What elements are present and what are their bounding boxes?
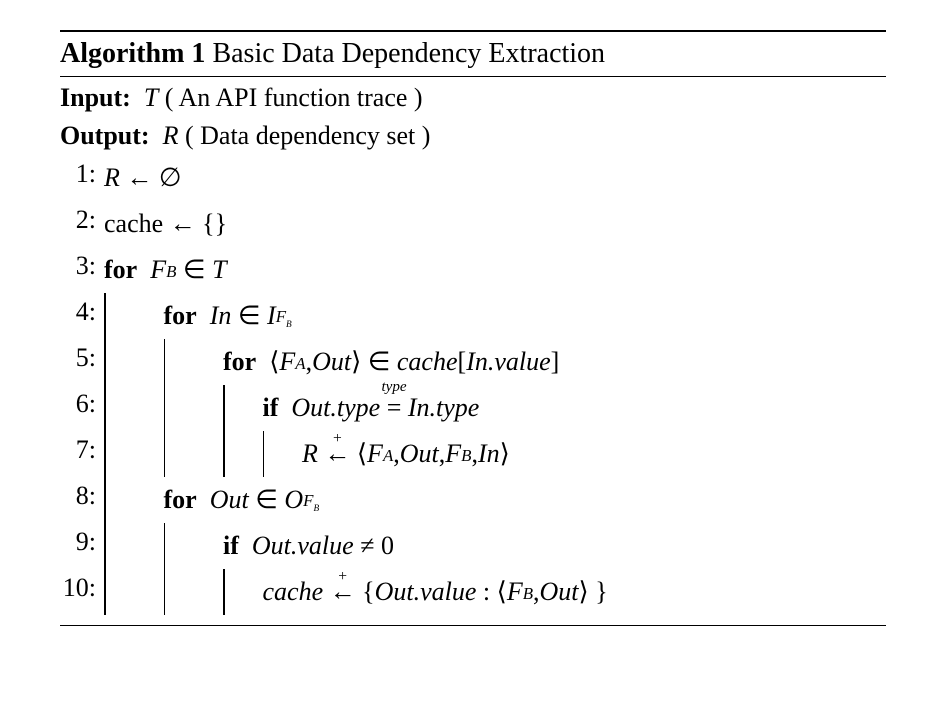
line-3: for FB ∈ T xyxy=(104,251,886,289)
line-number: 1: xyxy=(60,159,104,197)
indent-bar xyxy=(164,431,166,477)
line-number: 2: xyxy=(60,205,104,243)
line-number: 5: xyxy=(60,343,104,381)
line-number: 4: xyxy=(60,297,104,335)
indent-bar xyxy=(223,431,225,477)
indent-bar xyxy=(104,477,106,523)
indent-bar xyxy=(104,523,106,569)
line-number: 6: xyxy=(60,389,104,427)
indent-bar xyxy=(164,385,166,431)
output-var: R xyxy=(163,121,179,150)
line-5: for ⟨FA, Out⟩ ∈ cache[In.value] xyxy=(104,343,886,381)
indent-bar xyxy=(164,523,166,569)
rule-bottom xyxy=(60,625,886,626)
indent-bar xyxy=(104,339,106,385)
line-7: R + ← ⟨FA, Out, FB, In⟩ xyxy=(104,435,886,473)
indent-bar xyxy=(104,431,106,477)
algorithm-title: Basic Data Dependency Extraction xyxy=(212,38,605,69)
indent-bar xyxy=(104,293,106,339)
line-10: cache + ← {Out.value : ⟨FB, Out⟩ } xyxy=(104,573,886,611)
if-keyword: if xyxy=(263,393,279,423)
line-number: 3: xyxy=(60,251,104,289)
line-number: 8: xyxy=(60,481,104,519)
input-label: Input: xyxy=(60,83,131,112)
line-2: cache ← {} xyxy=(104,205,886,243)
algorithm-block: Algorithm 1 Basic Data Dependency Extrac… xyxy=(60,30,886,626)
indent-bar xyxy=(104,385,106,431)
indent-bar xyxy=(223,385,225,431)
line-number: 7: xyxy=(60,435,104,473)
indent-bar xyxy=(263,431,265,477)
line-1: R ← ∅ xyxy=(104,159,886,197)
input-line: Input: T ( An API function trace ) xyxy=(60,77,886,115)
input-desc: ( An API function trace ) xyxy=(165,83,423,112)
output-desc: ( Data dependency set ) xyxy=(185,121,430,150)
indent-bar xyxy=(164,569,166,615)
line-4: for In ∈ IFB xyxy=(104,297,886,335)
indent-bar xyxy=(223,569,225,615)
for-keyword: for xyxy=(164,485,197,515)
type-equals: type = xyxy=(387,393,402,423)
line-8: for Out ∈ OFB xyxy=(104,481,886,519)
algorithm-label: Algorithm 1 xyxy=(60,38,205,69)
for-keyword: for xyxy=(164,301,197,331)
indent-bar xyxy=(104,569,106,615)
for-keyword: for xyxy=(223,347,256,377)
plus-arrow: + ← xyxy=(330,577,356,607)
algorithm-body: 1: R ← ∅ 2: cache ← {} 3: for FB ∈ T 4: … xyxy=(60,153,886,625)
line-6: if Out.type type = In.type xyxy=(104,389,886,427)
algorithm-title-row: Algorithm 1 Basic Data Dependency Extrac… xyxy=(60,32,886,76)
input-var: T xyxy=(144,83,158,112)
output-label: Output: xyxy=(60,121,150,150)
if-keyword: if xyxy=(223,531,239,561)
indent-bar xyxy=(164,339,166,385)
plus-arrow: + ← xyxy=(324,439,350,469)
output-line: Output: R ( Data dependency set ) xyxy=(60,115,886,153)
line-9: if Out.value ≠ 0 xyxy=(104,527,886,565)
for-keyword: for xyxy=(104,255,137,285)
line-number: 9: xyxy=(60,527,104,565)
line-number: 10: xyxy=(60,573,104,611)
